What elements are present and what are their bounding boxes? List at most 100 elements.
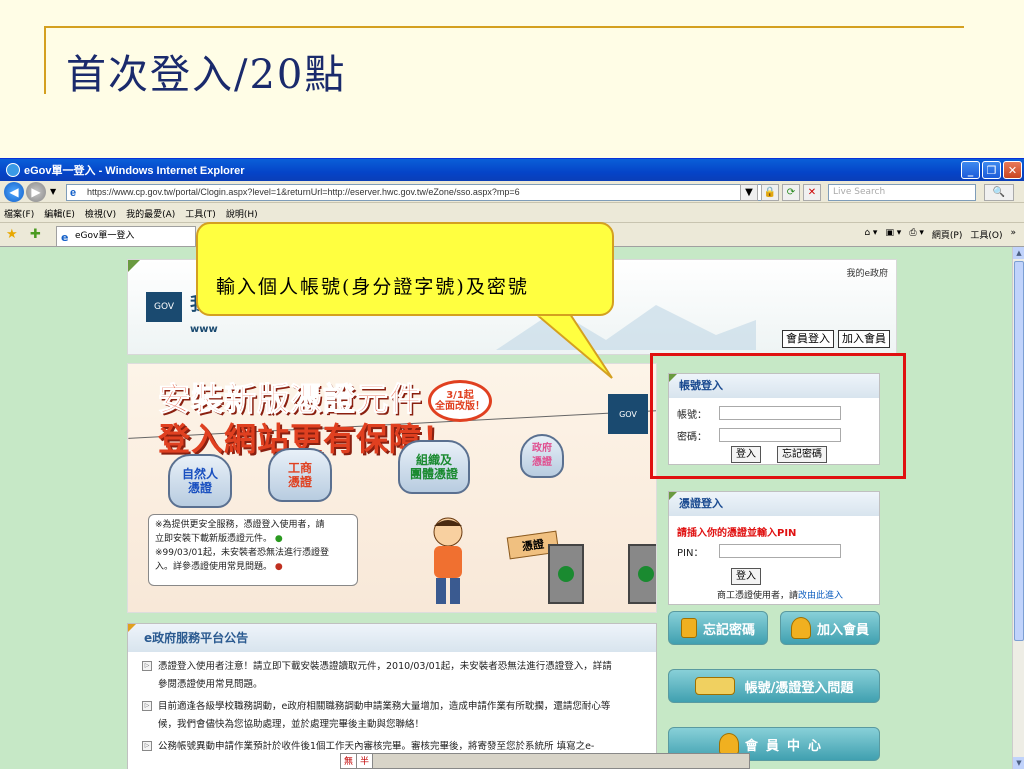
forgot-password-side-button[interactable]: 忘記密碼 bbox=[668, 611, 768, 645]
print-icon[interactable]: ⎙ ▾ bbox=[909, 228, 924, 241]
menu-edit[interactable]: 編輯(E) bbox=[44, 207, 75, 220]
back-button[interactable]: ◀ bbox=[4, 181, 24, 202]
member-login-button[interactable]: 會員登入 bbox=[782, 330, 834, 348]
gov-logo-icon[interactable]: GOV bbox=[146, 292, 182, 322]
cert-warning: 請插入你的憑證並輸入PIN bbox=[677, 528, 797, 539]
menu-favorites[interactable]: 我的最愛(A) bbox=[126, 207, 175, 220]
faq-side-button[interactable]: 帳號/憑證登入問題 bbox=[668, 669, 880, 703]
minimize-button[interactable]: _ bbox=[961, 161, 980, 179]
banner-notice: ※為提供更安全服務，憑證登入使用者，請 立即安裝下載新版憑證元件。 ● ※99/… bbox=[148, 514, 358, 586]
kid-illustration bbox=[433, 517, 463, 604]
menu-file[interactable]: 檔案(F) bbox=[4, 207, 34, 220]
announcement-item[interactable]: ▷ 目前適逢各級學校職務調動，e政府相關職務調動申請業務大量增加，造成申請作業有… bbox=[142, 698, 652, 716]
add-favorite-icon[interactable]: ✚ bbox=[30, 227, 41, 242]
page-menu[interactable]: 網頁(P) bbox=[932, 228, 962, 241]
notice-line: 立即安裝下載新版憑證元件。 ● bbox=[155, 534, 283, 544]
gov-sign-icon: GOV bbox=[608, 394, 648, 434]
cert-login-title: 憑證登入 bbox=[669, 492, 879, 516]
person-icon bbox=[790, 617, 811, 639]
menu-bar: 檔案(F) 編輯(E) 檢視(V) 我的最愛(A) 工具(T) 說明(H) bbox=[0, 205, 1024, 223]
bullet-icon: ▷ bbox=[142, 661, 152, 671]
gondola-gov-cert: 政府 憑證 bbox=[520, 434, 564, 478]
announcement-panel: e政府服務平台公告 ▷ 憑證登入使用者注意！請立即下載安裝憑證讀取元件，2010… bbox=[127, 623, 657, 769]
join-member-side-button[interactable]: 加入會員 bbox=[780, 611, 880, 645]
notice-line: ※為提供更安全服務，憑證登入使用者，請 bbox=[155, 520, 325, 530]
revision-badge: 3/1起 全面改版！ bbox=[428, 380, 492, 422]
cert-login-button[interactable]: 登入 bbox=[731, 568, 761, 585]
nav-dropdown-icon[interactable]: ▼ bbox=[50, 187, 56, 196]
menu-tools[interactable]: 工具(T) bbox=[185, 207, 216, 220]
ime-toolbar: 無 半 bbox=[340, 753, 750, 769]
cert-note: 商工憑證使用者，請改由此進入 bbox=[717, 591, 844, 601]
lock-icon[interactable]: 🔒 bbox=[761, 184, 779, 201]
pin-label: PIN： bbox=[677, 548, 704, 559]
bullet-icon: ▷ bbox=[142, 701, 152, 711]
ie-icon bbox=[6, 163, 20, 177]
qa-icon[interactable]: ● bbox=[275, 562, 283, 572]
key-card-icon bbox=[694, 677, 735, 695]
my-egov-link[interactable]: 我的e政府 bbox=[846, 266, 888, 279]
home-icon[interactable]: ⌂ ▾ bbox=[864, 228, 877, 241]
slide: 首次登入/20點 eGov單一登入 - Windows Internet Exp… bbox=[0, 0, 1024, 769]
cert-login-panel: 憑證登入 請插入你的憑證並輸入PIN PIN： 登入 商工憑證使用者，請改由此進… bbox=[668, 491, 880, 605]
cert-alt-link[interactable]: 改由此進入 bbox=[798, 591, 843, 601]
web-page: GOV 我的www 我的e政府 會員登入 加入會員 安裝新版憑證元件 登入網站更… bbox=[0, 247, 1012, 769]
tab-label: eGov單一登入 bbox=[75, 231, 135, 241]
address-bar[interactable]: e https://www.cp.gov.tw/portal/Clogin.as… bbox=[66, 184, 766, 201]
gate-graphic bbox=[628, 544, 656, 604]
stop-icon[interactable]: ✕ bbox=[803, 184, 821, 201]
ime-mode-width[interactable]: 半 bbox=[357, 754, 374, 768]
scroll-up-icon[interactable]: ▲ bbox=[1013, 247, 1024, 259]
address-tools: ▼ 🔒 ⟳ ✕ bbox=[740, 184, 821, 201]
tab-egov-login[interactable]: e eGov單一登入 bbox=[56, 226, 196, 246]
callout-bubble: 輸入個人帳號(身分證字號)及密號 bbox=[196, 222, 614, 316]
tab-page-icon: e bbox=[61, 231, 69, 244]
chevron-right-icon[interactable]: » bbox=[1010, 228, 1016, 241]
search-icon[interactable]: 🔍 bbox=[984, 184, 1014, 201]
gondola-org-cert: 組織及 團體憑證 bbox=[398, 440, 470, 494]
gondola-business-cert: 工商 憑證 bbox=[268, 448, 332, 502]
feeds-icon[interactable]: ▣ ▾ bbox=[885, 228, 901, 241]
announcement-item-cont: 參閱憑證使用常見問題。 bbox=[158, 679, 263, 690]
search-input[interactable]: Live Search bbox=[828, 184, 976, 201]
command-bar: ⌂ ▾ ▣ ▾ ⎙ ▾ 網頁(P) 工具(O) » bbox=[864, 228, 1016, 241]
callout-pointer bbox=[536, 314, 613, 379]
browser-titlebar: eGov單一登入 - Windows Internet Explorer bbox=[0, 159, 1024, 181]
pin-field[interactable] bbox=[719, 544, 841, 558]
slide-left-rule bbox=[44, 26, 46, 94]
lock-icon bbox=[680, 618, 697, 638]
page-icon: e bbox=[70, 187, 77, 199]
bullet-icon: ▷ bbox=[142, 741, 152, 751]
download-icon[interactable]: ● bbox=[275, 534, 283, 544]
notice-line: 入。詳參憑證使用常見問題。 ● bbox=[155, 562, 283, 572]
scroll-down-icon[interactable]: ▼ bbox=[1013, 757, 1024, 769]
forward-button[interactable]: ▶ bbox=[26, 181, 46, 202]
menu-help[interactable]: 說明(H) bbox=[226, 207, 258, 220]
highlight-frame bbox=[650, 353, 906, 479]
menu-view[interactable]: 檢視(V) bbox=[85, 207, 116, 220]
promo-banner[interactable]: 安裝新版憑證元件 登入網站更有保障！ 3/1起 全面改版！ GOV 自然人 憑證… bbox=[127, 363, 657, 613]
notice-line: ※99/03/01起，未安裝者恐無法進行憑證登 bbox=[155, 548, 329, 558]
scroll-thumb[interactable] bbox=[1014, 261, 1024, 641]
header-corner-accent bbox=[128, 260, 140, 272]
forgot-password-label: 忘記密碼 bbox=[702, 622, 755, 638]
refresh-icon[interactable]: ⟳ bbox=[782, 184, 800, 201]
tools-menu[interactable]: 工具(O) bbox=[970, 228, 1002, 241]
window-title: eGov單一登入 - Windows Internet Explorer bbox=[24, 165, 245, 177]
join-member-button[interactable]: 加入會員 bbox=[838, 330, 890, 348]
favorites-star-icon[interactable]: ★ bbox=[6, 227, 18, 242]
window-controls: _ ❐ ✕ bbox=[961, 161, 1022, 179]
close-button[interactable]: ✕ bbox=[1003, 161, 1022, 179]
announcement-title: e政府服務平台公告 bbox=[128, 624, 656, 652]
announcement-item-cont: 候，我們會儘快為您協助處理，並於處理完畢後主動與您聯絡！ bbox=[158, 719, 425, 730]
gate-graphic bbox=[548, 544, 584, 604]
vertical-scrollbar[interactable]: ▲ ▼ bbox=[1012, 247, 1024, 769]
address-dropdown-icon[interactable]: ▼ bbox=[740, 184, 758, 201]
ime-mode-input[interactable]: 無 bbox=[341, 754, 358, 768]
announcement-item[interactable]: ▷ 憑證登入使用者注意！請立即下載安裝憑證讀取元件，2010/03/01起，未安… bbox=[142, 658, 652, 676]
address-url: https://www.cp.gov.tw/portal/Clogin.aspx… bbox=[87, 187, 520, 197]
slide-top-rule bbox=[44, 26, 964, 28]
restore-button[interactable]: ❐ bbox=[982, 161, 1001, 179]
callout-text: 輸入個人帳號(身分證字號)及密號 bbox=[216, 276, 529, 298]
member-icon bbox=[718, 733, 739, 755]
